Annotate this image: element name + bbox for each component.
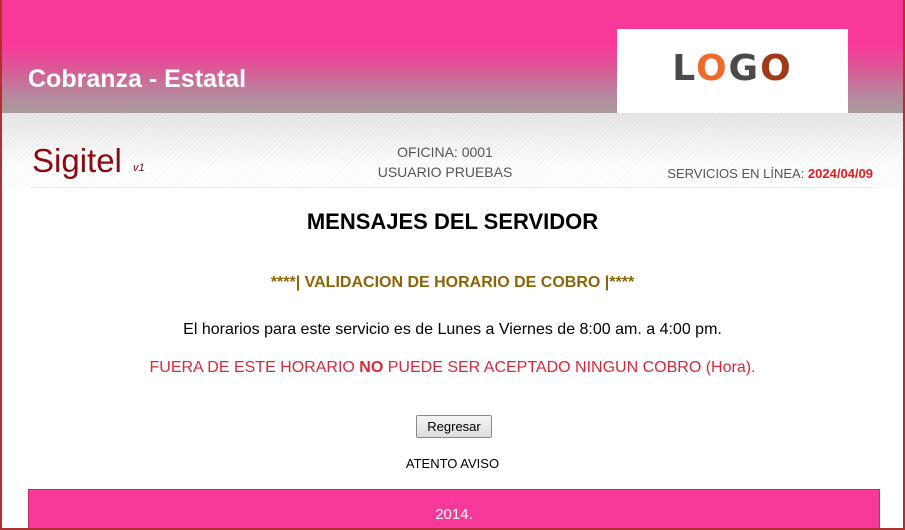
app-title: Cobranza - Estatal bbox=[28, 65, 247, 93]
services-label: SERVICIOS EN LÍNEA: bbox=[667, 166, 808, 181]
user-label: USUARIO PRUEBAS bbox=[377, 164, 513, 180]
footer: 2014. bbox=[28, 489, 880, 528]
services-status: SERVICIOS EN LÍNEA: 2024/04/09 bbox=[667, 166, 873, 181]
back-button[interactable]: Regresar bbox=[416, 415, 492, 438]
schedule-info: El horarios para este servicio es de Lun… bbox=[183, 321, 722, 338]
divider bbox=[30, 187, 875, 188]
services-date: 2024/04/09 bbox=[807, 166, 873, 181]
header-banner: Cobranza - Estatal LOGO bbox=[2, 0, 903, 113]
office-label: OFICINA: 0001 bbox=[397, 144, 493, 160]
brand-name: Sigitel bbox=[32, 142, 122, 179]
logo-text: LOGO bbox=[672, 48, 793, 89]
page-frame: Cobranza - Estatal LOGO Sigitel v1 OFICI… bbox=[0, 0, 905, 530]
schedule-warning: FUERA DE ESTE HORARIO NO PUEDE SER ACEPT… bbox=[149, 359, 756, 376]
validation-heading: ****| VALIDACION DE HORARIO DE COBRO |**… bbox=[270, 274, 635, 291]
subheader: Sigitel v1 OFICINA: 0001 USUARIO PRUEBAS… bbox=[2, 113, 903, 188]
footer-text: 2014. bbox=[435, 506, 473, 523]
notice-label: ATENTO AVISO bbox=[405, 456, 500, 471]
version-label: v1 bbox=[133, 162, 145, 174]
warning-emphasis: NO bbox=[359, 359, 384, 376]
page-title: MENSAJES DEL SERVIDOR bbox=[306, 209, 599, 234]
logo: LOGO bbox=[617, 29, 848, 113]
